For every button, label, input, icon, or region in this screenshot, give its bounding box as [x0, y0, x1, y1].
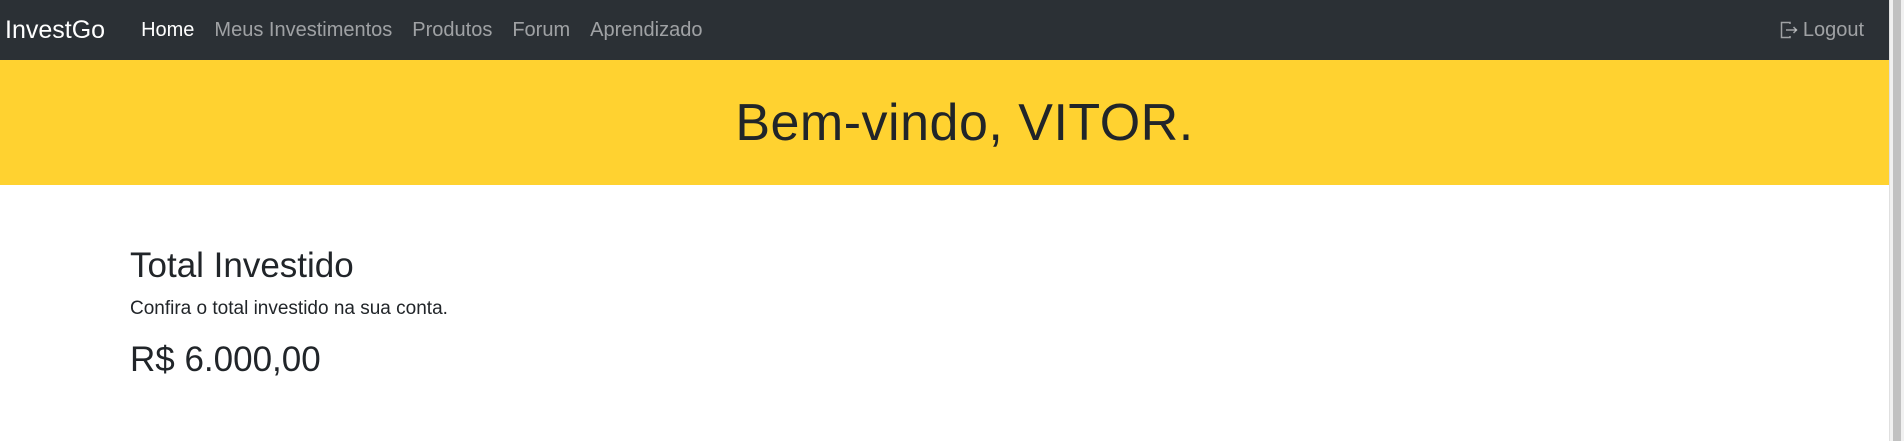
vertical-scrollbar[interactable]: [1889, 0, 1904, 441]
summary-description: Confira o total investido na sua conta.: [130, 298, 448, 319]
nav-link-meus-investimentos[interactable]: Meus Investimentos: [204, 19, 402, 42]
nav-link-home[interactable]: Home: [131, 19, 204, 42]
top-navbar: InvestGo Home Meus Investimentos Produto…: [0, 0, 1889, 60]
logout-label: Logout: [1802, 18, 1864, 41]
nav-link-aprendizado[interactable]: Aprendizado: [580, 19, 712, 42]
welcome-banner: Bem-vindo, VITOR.: [0, 60, 1889, 185]
logout-icon: [1779, 20, 1799, 40]
summary-title: Total Investido: [130, 246, 354, 285]
logout-button[interactable]: Logout: [1779, 0, 1864, 60]
nav-link-forum[interactable]: Forum: [502, 19, 580, 42]
investment-summary: Total Investido Confira o total investid…: [130, 246, 448, 380]
nav-link-produtos[interactable]: Produtos: [402, 19, 502, 42]
page: InvestGo Home Meus Investimentos Produto…: [0, 0, 1904, 441]
nav-links: Home Meus Investimentos Produtos Forum A…: [131, 19, 712, 42]
scrollbar-thumb[interactable]: [1893, 0, 1901, 441]
brand-logo[interactable]: InvestGo: [5, 16, 105, 45]
welcome-heading: Bem-vindo, VITOR.: [735, 93, 1194, 152]
total-amount: R$ 6.000,00: [130, 340, 321, 379]
